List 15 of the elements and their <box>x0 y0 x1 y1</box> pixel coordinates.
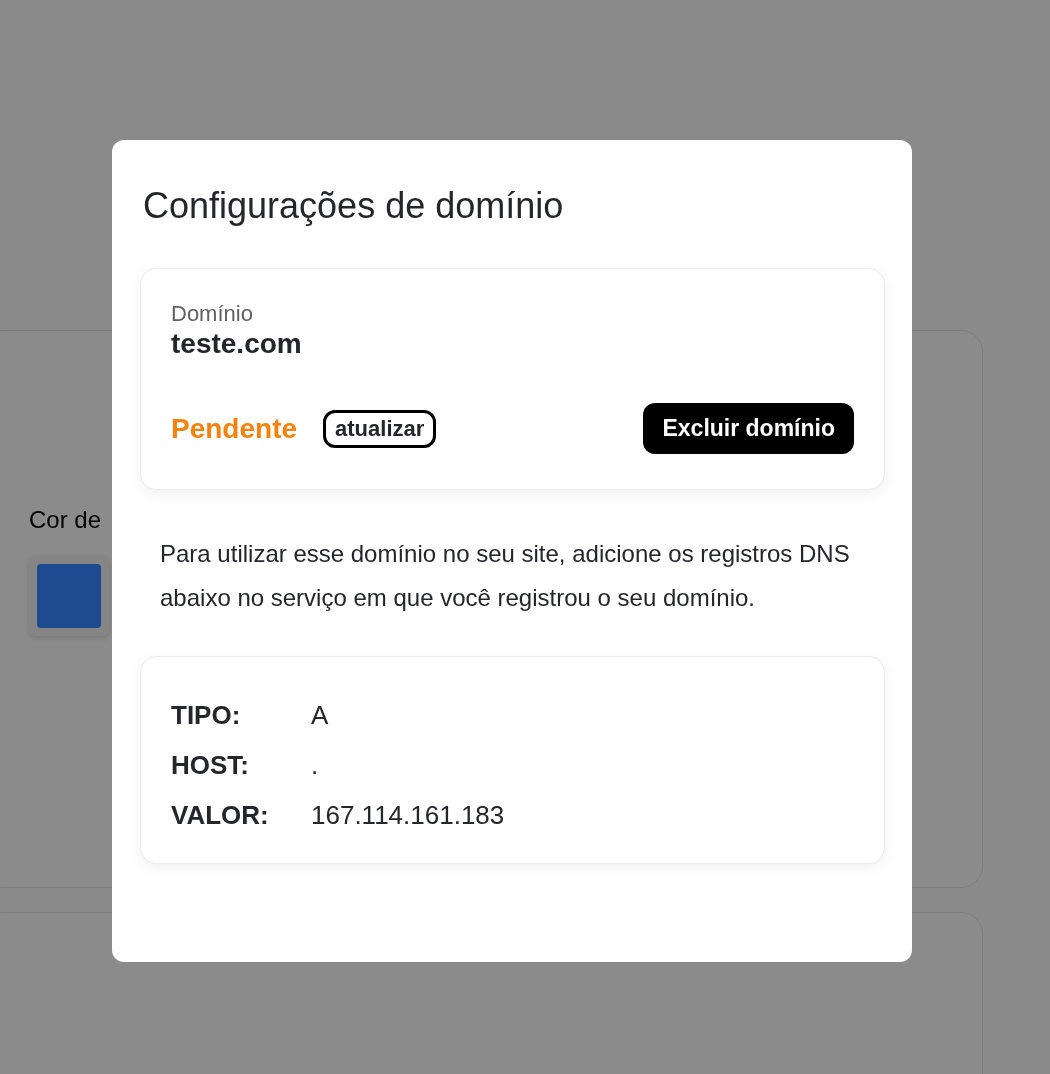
color-picker[interactable] <box>29 556 109 636</box>
record-field: VALOR: <box>171 793 269 837</box>
record-field: HOST: <box>171 743 249 787</box>
field-label: Cor de <box>29 506 103 534</box>
domain-value: teste.com <box>171 327 302 361</box>
record-value: A <box>311 699 329 732</box>
dialog-title: Configurações de domínio <box>143 184 564 228</box>
record-value: . <box>311 749 319 782</box>
refresh-button[interactable]: atualizar <box>323 409 437 448</box>
status-text: Pendente <box>171 412 298 445</box>
delete-button[interactable]: Excluir domínio <box>643 403 854 454</box>
instructions-text: Para utilizar esse domínio no seu site, adicione os registros DNS abaixo no serviço em que você registrou o seu domínio. <box>160 539 851 613</box>
record-field: TIPO: <box>171 693 241 737</box>
record-value: 167.114.161.183 <box>311 799 505 832</box>
domain-label: Domínio <box>171 301 253 327</box>
